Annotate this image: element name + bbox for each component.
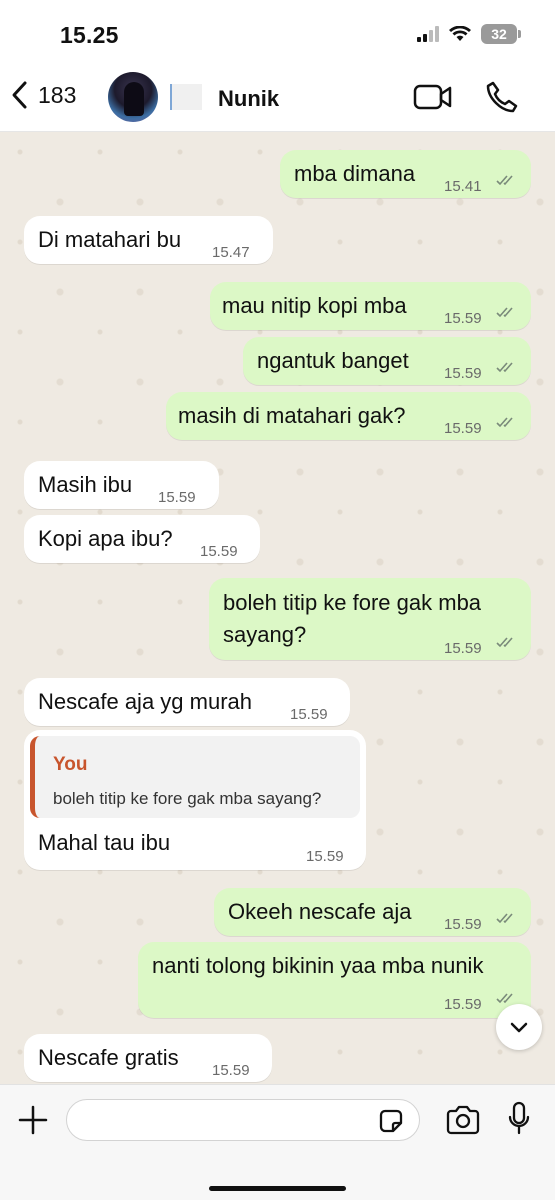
back-button[interactable]: 183 [10, 80, 76, 110]
message-text: ngantuk banget [257, 348, 409, 373]
contact-name[interactable]: Nunik [218, 86, 279, 112]
voice-call-button[interactable] [484, 80, 518, 119]
read-check-icon [496, 913, 513, 924]
message-time: 15.59 [444, 996, 482, 1013]
camera-button[interactable] [445, 1105, 481, 1140]
message-outgoing[interactable]: ngantuk banget 15.59 [243, 337, 531, 385]
message-time: 15.59 [444, 640, 482, 657]
message-time: 15.59 [444, 365, 482, 382]
message-time: 15.47 [212, 244, 250, 261]
message-text-line-2: sayang? [223, 622, 307, 647]
message-incoming[interactable]: Di matahari bu 15.47 [24, 216, 273, 264]
status-time: 15.25 [60, 22, 119, 48]
message-text: Okeeh nescafe aja [228, 899, 412, 924]
quoted-author: You [53, 754, 88, 775]
read-check-icon [496, 637, 513, 648]
message-time: 15.59 [290, 706, 328, 723]
camera-icon [446, 1105, 480, 1135]
read-check-icon [496, 307, 513, 318]
wifi-icon [449, 26, 471, 41]
message-outgoing[interactable]: Okeeh nescafe aja 15.59 [214, 888, 531, 936]
message-text: nanti tolong bikinin yaa mba nunik [152, 953, 484, 978]
message-text: Di matahari bu [38, 227, 182, 252]
avatar-photo [124, 82, 144, 116]
message-outgoing[interactable]: nanti tolong bikinin yaa mba nunik 15.59 [138, 942, 531, 1018]
message-input[interactable] [66, 1099, 420, 1141]
message-text: mba dimana [294, 161, 416, 186]
redacted-block [170, 84, 202, 110]
video-call-button[interactable] [413, 84, 453, 115]
status-bar: 15.25 32 [0, 0, 555, 62]
message-text-line-1: boleh titip ke fore gak mba [223, 590, 482, 615]
message-incoming[interactable]: Kopi apa ibu? 15.59 [24, 515, 260, 563]
message-incoming[interactable]: Nescafe aja yg murah 15.59 [24, 678, 350, 726]
message-text: Masih ibu [38, 472, 133, 497]
sticker-icon [379, 1109, 403, 1133]
message-text: Nescafe gratis [38, 1045, 179, 1070]
back-chevron-icon [12, 81, 27, 109]
attach-button[interactable] [16, 1103, 50, 1142]
quoted-text: boleh titip ke fore gak mba sayang? [53, 789, 322, 808]
chat-header: 183 Nunik [0, 62, 555, 132]
status-icons: 32 [417, 24, 521, 44]
message-time: 15.59 [158, 489, 196, 506]
message-text: mau nitip kopi mba [222, 293, 407, 318]
message-outgoing[interactable]: mba dimana 15.41 [280, 150, 531, 198]
read-check-icon [496, 362, 513, 373]
video-camera-icon [413, 84, 452, 110]
read-check-icon [496, 993, 513, 1004]
message-incoming[interactable]: Masih ibu 15.59 [24, 461, 219, 509]
quoted-message[interactable]: You boleh titip ke fore gak mba sayang? [30, 736, 360, 818]
message-composer [0, 1084, 555, 1200]
microphone-icon [508, 1101, 530, 1135]
battery-indicator: 32 [481, 24, 521, 44]
message-time: 15.59 [306, 848, 344, 865]
message-time: 15.59 [444, 420, 482, 437]
message-outgoing[interactable]: mau nitip kopi mba 15.59 [210, 282, 531, 330]
message-time: 15.41 [444, 178, 482, 195]
message-incoming[interactable]: Nescafe gratis 15.59 [24, 1034, 272, 1082]
read-check-icon [496, 417, 513, 428]
unread-count: 183 [38, 81, 77, 108]
plus-icon [18, 1105, 48, 1135]
message-text: Mahal tau ibu [38, 830, 171, 855]
message-outgoing[interactable]: masih di matahari gak? 15.59 [166, 392, 531, 440]
microphone-button[interactable] [507, 1101, 531, 1142]
home-indicator [209, 1186, 346, 1191]
scroll-to-bottom-button[interactable] [496, 1004, 542, 1050]
message-incoming-reply[interactable]: You boleh titip ke fore gak mba sayang? … [24, 730, 366, 870]
chat-area[interactable]: mba dimana 15.41 Di matahari bu 15.47 ma… [0, 132, 555, 1084]
avatar[interactable] [108, 72, 158, 122]
message-time: 15.59 [444, 916, 482, 933]
message-text: Nescafe aja yg murah [38, 689, 252, 714]
message-time: 15.59 [444, 310, 482, 327]
message-outgoing[interactable]: boleh titip ke fore gak mba sayang? 15.5… [209, 578, 531, 660]
read-check-icon [496, 175, 513, 186]
sticker-button[interactable] [377, 1107, 405, 1140]
message-text: Kopi apa ibu? [38, 526, 173, 551]
message-text: masih di matahari gak? [178, 403, 406, 428]
chevron-down-icon [510, 1022, 528, 1033]
cellular-signal-icon [417, 26, 439, 42]
phone-icon [486, 81, 518, 113]
message-time: 15.59 [200, 543, 238, 560]
message-time: 15.59 [212, 1062, 250, 1079]
